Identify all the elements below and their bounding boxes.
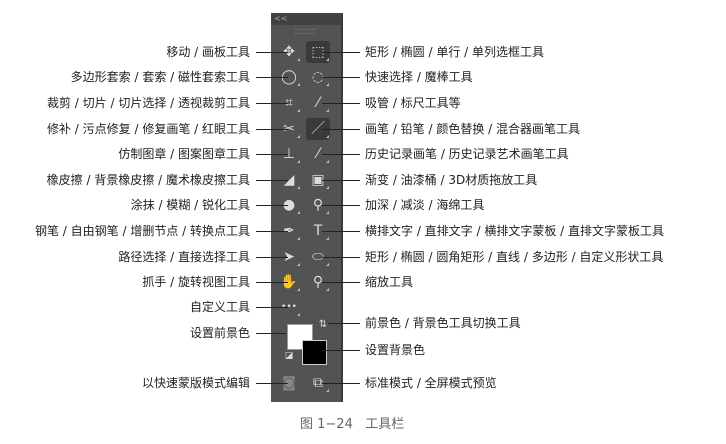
collapse-button[interactable]: <<: [271, 13, 341, 25]
right-label: 设置背景色: [365, 343, 426, 357]
leader-line: [256, 333, 286, 334]
caption-title: 工具栏: [365, 417, 405, 432]
leader-line: [322, 129, 360, 130]
left-label: 设置前景色: [189, 326, 250, 340]
right-label: 缩放工具: [365, 275, 414, 289]
drag-handle[interactable]: [295, 29, 315, 34]
right-label: 标准模式 / 全屏模式预览: [365, 376, 497, 390]
leader-line: [256, 307, 288, 308]
leader-line: [256, 257, 288, 258]
leader-line: [322, 257, 360, 258]
leader-line: [322, 350, 360, 351]
right-label: 矩形 / 椭圆 / 圆角矩形 / 直线 / 多边形 / 自定义形状工具: [365, 250, 664, 264]
leader-line: [322, 77, 360, 78]
right-label: 矩形 / 椭圆 / 单行 / 单列选框工具: [365, 45, 545, 59]
leader-line: [322, 383, 360, 384]
left-label: 移动 / 画板工具: [166, 45, 250, 59]
left-label: 钢笔 / 自由钢笔 / 增删节点 / 转换点工具: [34, 224, 250, 238]
left-label: 路径选择 / 直接选择工具: [118, 250, 250, 264]
left-label: 抓手 / 旋转视图工具: [142, 275, 250, 289]
right-label: 快速选择 / 魔棒工具: [365, 70, 473, 84]
left-label: 多边形套索 / 套索 / 磁性套索工具: [70, 70, 250, 84]
leader-line: [322, 282, 360, 283]
figure-caption: 图 1−24 工具栏: [300, 413, 404, 432]
left-label: 裁剪 / 切片 / 切片选择 / 透视裁剪工具: [46, 96, 250, 110]
leader-line: [322, 180, 360, 181]
right-label: 前景色 / 背景色工具切换工具: [365, 316, 521, 330]
left-label: 自定义工具: [189, 300, 250, 314]
right-label: 吸管 / 标尺工具等: [365, 96, 461, 110]
leader-line: [322, 205, 360, 206]
leader-line: [256, 103, 288, 104]
leader-line: [328, 323, 360, 324]
right-label: 加深 / 减淡 / 海绵工具: [365, 198, 485, 212]
left-label: 仿制图章 / 图案图章工具: [118, 147, 250, 161]
leader-line: [256, 231, 288, 232]
leader-line: [256, 180, 288, 181]
left-label: 修补 / 污点修复 / 修复画笔 / 红眼工具: [46, 122, 250, 136]
right-label: 横排文字 / 直排文字 / 横排文字蒙板 / 直排文字蒙板工具: [365, 224, 665, 238]
left-label: 涂抹 / 模糊 / 锐化工具: [130, 198, 250, 212]
leader-line: [256, 205, 288, 206]
right-label: 历史记录画笔 / 历史记录艺术画笔工具: [365, 147, 569, 161]
leader-line: [256, 129, 288, 130]
leader-line: [256, 154, 288, 155]
leader-line: [256, 52, 288, 53]
leader-line: [256, 282, 288, 283]
leader-line: [256, 383, 288, 384]
leader-line: [322, 154, 360, 155]
right-label: 画笔 / 铅笔 / 颜色替换 / 混合器画笔工具: [365, 122, 581, 136]
default-colors-icon[interactable]: ◪: [277, 345, 301, 367]
leader-line: [322, 231, 360, 232]
leader-line: [322, 52, 360, 53]
left-label: 以快速蒙版模式编辑: [141, 376, 250, 390]
left-label: 橡皮擦 / 背景橡皮擦 / 魔术橡皮擦工具: [46, 173, 250, 187]
swap-colors-icon[interactable]: ⇅: [311, 314, 335, 336]
caption-number: 图 1−24: [300, 417, 353, 432]
background-color-swatch[interactable]: [302, 340, 327, 365]
leader-line: [322, 103, 360, 104]
leader-line: [256, 77, 288, 78]
right-label: 渐变 / 油漆桶 / 3D材质拖放工具: [365, 173, 538, 187]
